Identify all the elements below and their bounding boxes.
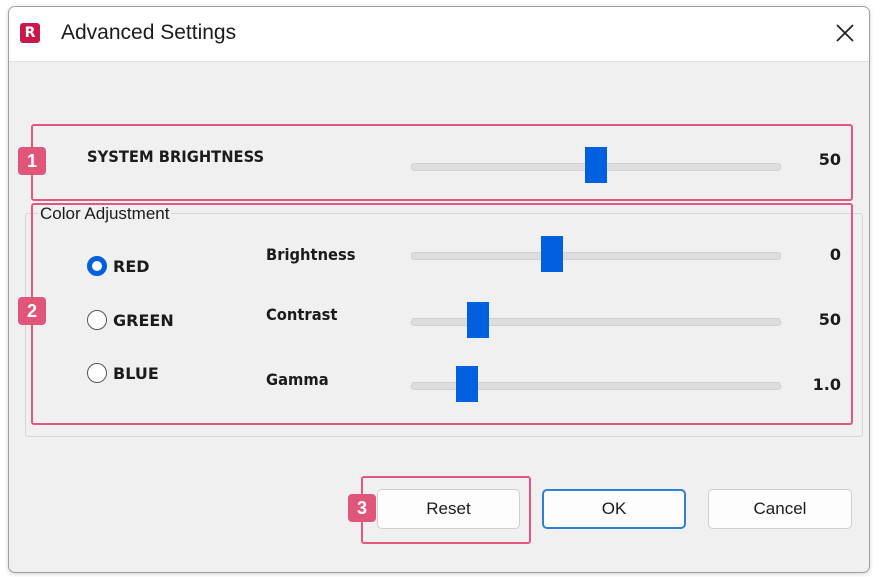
brightness-label: Brightness: [266, 245, 356, 264]
gamma-value: 1.0: [812, 375, 841, 394]
radio-circle-red: [87, 256, 107, 276]
radio-green[interactable]: GREEN: [87, 310, 174, 330]
radio-red[interactable]: RED: [87, 256, 150, 276]
cancel-button[interactable]: Cancel: [708, 489, 852, 529]
slider-thumb[interactable]: [455, 366, 478, 402]
annotation-badge-1: 1: [18, 147, 46, 175]
radio-label-green: GREEN: [113, 310, 174, 330]
app-logo-icon: R: [20, 23, 40, 43]
close-button[interactable]: [829, 17, 861, 49]
annotation-badge-3: 3: [348, 494, 376, 522]
radio-blue[interactable]: BLUE: [87, 363, 159, 383]
advanced-settings-dialog: R Advanced Settings 1 SYSTEM BRIGHTNESS …: [8, 6, 870, 573]
radio-label-blue: BLUE: [113, 363, 159, 383]
color-adjustment-title: Color Adjustment: [38, 204, 172, 224]
radio-label-red: RED: [113, 256, 150, 276]
brightness-value: 0: [829, 245, 841, 264]
contrast-label: Contrast: [266, 305, 338, 324]
slider-thumb[interactable]: [540, 236, 563, 272]
reset-button[interactable]: Reset: [377, 489, 520, 529]
system-brightness-label: SYSTEM BRIGHTNESS: [87, 147, 265, 166]
brightness-slider[interactable]: [411, 236, 781, 272]
system-brightness-value: 50: [818, 150, 841, 169]
slider-thumb[interactable]: [585, 147, 607, 183]
slider-thumb[interactable]: [466, 302, 489, 338]
close-icon: [836, 24, 854, 42]
radio-circle-green: [87, 310, 107, 330]
slider-track: [411, 252, 781, 260]
annotation-badge-2: 2: [18, 297, 46, 325]
title-bar: R Advanced Settings: [9, 7, 869, 62]
gamma-slider[interactable]: [411, 366, 781, 402]
contrast-slider[interactable]: [411, 302, 781, 338]
radio-circle-blue: [87, 363, 107, 383]
gamma-label: Gamma: [266, 370, 329, 389]
ok-button[interactable]: OK: [542, 489, 686, 529]
dialog-title: Advanced Settings: [61, 21, 237, 44]
contrast-value: 50: [818, 310, 841, 329]
system-brightness-slider[interactable]: [411, 147, 781, 183]
